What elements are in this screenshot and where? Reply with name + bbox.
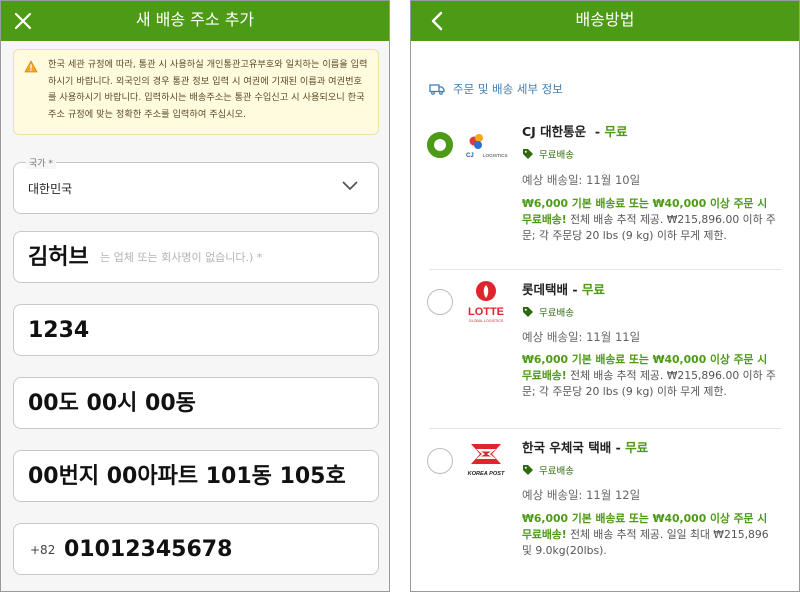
postal-code-value: 1234 <box>28 318 90 343</box>
carrier-label: 한국 우체국 택배 <box>522 440 612 455</box>
cj-logistics-logo: CJ LOGISTICS <box>466 134 508 159</box>
divider <box>429 269 781 270</box>
header-bar: 배송방법 <box>411 1 799 41</box>
detail-link-label: 주문 및 배송 세부 정보 <box>453 82 563 96</box>
country-value: 대한민국 <box>28 182 73 196</box>
svg-text:KOREA POST: KOREA POST <box>468 471 505 477</box>
svg-text:GLOBAL LOGISTICS: GLOBAL LOGISTICS <box>469 319 504 323</box>
radio-button[interactable] <box>427 289 453 315</box>
tag-label: 무료배송 <box>539 150 574 161</box>
price-separator: - <box>586 124 605 139</box>
shipping-option-korea-post[interactable]: KOREA POST 한국 우체국 택배 - 무료 무료배송 예상 배송일: 1… <box>411 435 799 585</box>
tag-label: 무료배송 <box>539 308 574 319</box>
divider <box>429 428 781 429</box>
phone-value: 01012345678 <box>64 537 233 562</box>
free-shipping-tag: 무료배송 <box>522 463 574 477</box>
svg-text:CJ: CJ <box>466 153 474 159</box>
name-placeholder: 는 업체 또는 회사명이 없습니다.) * <box>100 251 263 264</box>
name-value: 김허브 <box>28 245 89 270</box>
tag-label: 무료배송 <box>539 466 574 477</box>
estimated-delivery: 예상 배송일: 11월 10일 <box>522 173 641 187</box>
shipping-description: ₩6,000 기본 배송료 또는 ₩40,000 이상 주문 시 무료배송! 전… <box>522 511 780 559</box>
carrier-name: CJ 대한통운 - 무료 <box>522 121 627 140</box>
tag-icon <box>523 149 533 159</box>
postal-code-field[interactable]: 1234 <box>13 304 379 356</box>
korea-post-logo: KOREA POST <box>468 444 505 477</box>
phone-field[interactable]: +82 01012345678 <box>13 523 379 575</box>
carrier-name: 한국 우체국 택배 - 무료 <box>522 437 648 456</box>
address-line1-field[interactable]: 00도 00시 00동 <box>13 377 379 429</box>
estimated-delivery: 예상 배송일: 11월 11일 <box>522 330 641 344</box>
carrier-label: 롯데택배 <box>522 282 569 297</box>
carrier-name: 롯데택배 - 무료 <box>522 279 605 298</box>
free-shipping-tag: 무료배송 <box>522 147 574 161</box>
price-free: 무료 <box>604 124 628 139</box>
shipping-method-screen: 배송방법 주문 및 배송 세부 정보 CJ LOGISTICS CJ 대한통운 … <box>410 0 800 592</box>
carrier-label: CJ 대한통운 <box>522 124 587 139</box>
chevron-down-icon <box>342 181 358 190</box>
shipping-description: ₩6,000 기본 배송료 또는 ₩40,000 이상 주문 시 무료배송! 전… <box>522 196 780 244</box>
shipping-option-cj[interactable]: CJ LOGISTICS CJ 대한통운 - 무료 무료배송 예상 배송일: 1… <box>411 119 799 269</box>
add-address-screen: 새 배송 주소 추가 한국 세관 규정에 따라, 통관 시 사용하실 개인통관고… <box>0 0 390 592</box>
svg-text:LOGISTICS: LOGISTICS <box>483 153 508 158</box>
estimated-delivery: 예상 배송일: 11월 12일 <box>522 488 641 502</box>
order-shipping-details-link[interactable]: 주문 및 배송 세부 정보 <box>429 81 563 97</box>
radio-button[interactable] <box>427 448 453 474</box>
radio-button-selected[interactable] <box>427 132 453 158</box>
shipping-option-lotte[interactable]: LOTTE GLOBAL LOGISTICS 롯데택배 - 무료 무료배송 예상… <box>411 277 799 427</box>
customs-notice: 한국 세관 규정에 따라, 통관 시 사용하실 개인통관고유부호와 일치하는 이… <box>13 49 379 135</box>
svg-text:LOTTE: LOTTE <box>468 306 504 318</box>
address-line1-value: 00도 00시 00동 <box>28 391 196 416</box>
name-field[interactable]: 는 업체 또는 회사명이 없습니다.) * 김허브 <box>13 231 379 283</box>
tag-icon <box>523 307 533 317</box>
warning-icon <box>24 60 38 73</box>
free-shipping-tag: 무료배송 <box>522 305 574 319</box>
address-line2-field[interactable]: 00번지 00아파트 101동 105호 <box>13 450 379 502</box>
page-title: 배송방법 <box>575 10 635 29</box>
country-select[interactable]: 국가 * 대한민국 <box>13 156 379 214</box>
tag-icon <box>523 465 533 475</box>
header-bar: 새 배송 주소 추가 <box>1 1 389 41</box>
address-line2-value: 00번지 00아파트 101동 105호 <box>28 464 346 489</box>
notice-text: 한국 세관 규정에 따라, 통관 시 사용하실 개인통관고유부호와 일치하는 이… <box>48 59 368 120</box>
lotte-logo: LOTTE GLOBAL LOGISTICS <box>468 281 504 323</box>
price-free: 무료 <box>581 282 605 297</box>
price-separator: - <box>611 440 626 455</box>
country-code: +82 <box>30 543 56 557</box>
truck-icon <box>429 84 445 95</box>
shipping-description: ₩6,000 기본 배송료 또는 ₩40,000 이상 주문 시 무료배송! 전… <box>522 352 780 400</box>
page-title: 새 배송 주소 추가 <box>135 10 255 29</box>
price-separator: - <box>568 282 582 297</box>
price-free: 무료 <box>625 440 649 455</box>
